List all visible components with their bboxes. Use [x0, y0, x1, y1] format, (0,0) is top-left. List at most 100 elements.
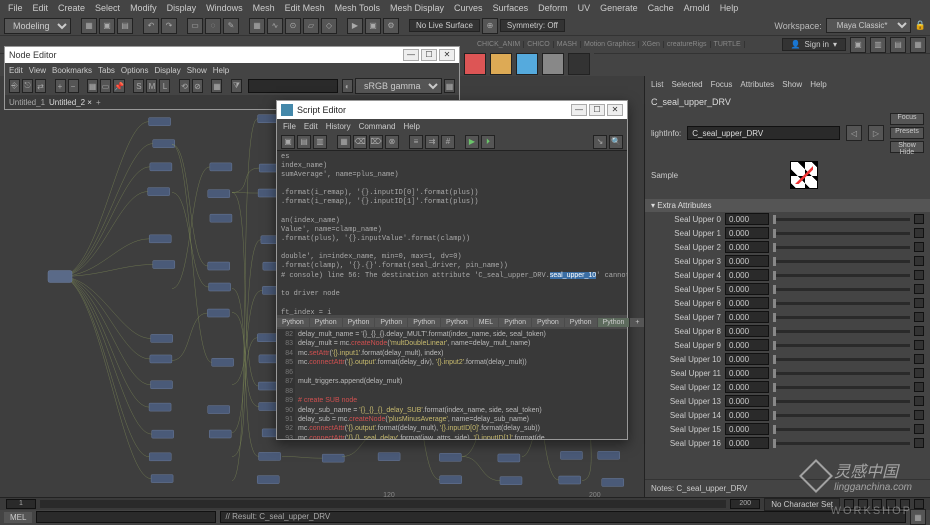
menu-mesh-display[interactable]: Mesh Display: [386, 3, 448, 13]
attr-value-input[interactable]: [725, 241, 769, 253]
ne-tab[interactable]: Untitled_1: [9, 98, 45, 107]
attr-slider[interactable]: [773, 372, 910, 375]
attr-connection-icon[interactable]: [914, 396, 924, 406]
shelf-button[interactable]: [542, 53, 564, 75]
menu-help[interactable]: Help: [716, 3, 743, 13]
shelf-tab[interactable]: XGen: [639, 41, 664, 48]
menu-display[interactable]: Display: [163, 3, 201, 13]
script-tab[interactable]: Python: [343, 318, 375, 327]
snap-plane-icon[interactable]: ▱: [303, 18, 319, 34]
attr-connection-icon[interactable]: [914, 424, 924, 434]
ne-grid-icon[interactable]: ▦: [211, 79, 222, 93]
script-tab[interactable]: Python: [310, 318, 342, 327]
panel-icon-4[interactable]: ▦: [910, 37, 926, 53]
attr-slider[interactable]: [773, 414, 910, 417]
se-menu-item[interactable]: Edit: [304, 122, 318, 131]
attr-value-input[interactable]: [725, 283, 769, 295]
attr-slider[interactable]: [773, 442, 910, 445]
save-to-shelf-icon[interactable]: ▦: [337, 135, 351, 149]
attr-value-input[interactable]: [725, 325, 769, 337]
magnet-icon[interactable]: ⊕: [482, 18, 498, 34]
menu-modify[interactable]: Modify: [126, 3, 161, 13]
script-tab[interactable]: Python: [375, 318, 407, 327]
time-track[interactable]: 120 200: [40, 500, 726, 508]
snap-live-icon[interactable]: ◇: [321, 18, 337, 34]
symmetry-status[interactable]: Symmetry: Off: [500, 19, 565, 32]
ne-input-icon[interactable]: ⎆: [9, 79, 20, 93]
attr-value-input[interactable]: [725, 311, 769, 323]
attr-slider[interactable]: [773, 288, 910, 291]
ae-menu-item[interactable]: Focus: [711, 80, 733, 89]
attr-value-input[interactable]: [725, 227, 769, 239]
menu-edit-mesh[interactable]: Edit Mesh: [281, 3, 329, 13]
paint-tool-icon[interactable]: ✎: [223, 18, 239, 34]
ne-filter-icon[interactable]: ⧩: [231, 79, 242, 93]
echo-all-icon[interactable]: ⇉: [425, 135, 439, 149]
ae-menu-item[interactable]: Selected: [671, 80, 702, 89]
ne-menu-item[interactable]: Edit: [9, 66, 23, 75]
menu-uv[interactable]: UV: [574, 3, 595, 13]
fast-fwd-button[interactable]: [914, 499, 924, 509]
lasso-tool-icon[interactable]: ◌: [205, 18, 221, 34]
menu-surfaces[interactable]: Surfaces: [489, 3, 533, 13]
shelf-tab[interactable]: TURTLE: [711, 41, 745, 48]
attr-connection-icon[interactable]: [914, 284, 924, 294]
open-script-icon[interactable]: ▣: [281, 135, 295, 149]
script-add-tab-button[interactable]: +: [630, 318, 644, 327]
open-scene-icon[interactable]: ▣: [99, 18, 115, 34]
menu-create[interactable]: Create: [54, 3, 89, 13]
attr-connection-icon[interactable]: [914, 228, 924, 238]
ne-menu-item[interactable]: Display: [155, 66, 181, 75]
ne-search-input[interactable]: [248, 79, 338, 93]
maximize-button[interactable]: ☐: [421, 49, 437, 61]
attr-value-input[interactable]: [725, 437, 769, 449]
attr-connection-icon[interactable]: [914, 368, 924, 378]
attr-connection-icon[interactable]: [914, 382, 924, 392]
attr-value-input[interactable]: [725, 367, 769, 379]
ne-s-icon[interactable]: S: [133, 79, 144, 93]
panel-icon-2[interactable]: ▥: [870, 37, 886, 53]
attr-value-input[interactable]: [725, 297, 769, 309]
shelf-tab[interactable]: creatureRigs: [664, 41, 711, 48]
ne-m-icon[interactable]: M: [146, 79, 157, 93]
cmd-input[interactable]: [36, 511, 216, 523]
nav-fwd-icon[interactable]: ▷: [868, 125, 884, 141]
script-input-area[interactable]: 82 83 84 85 86 87 88 89 90 91 92 93 dela…: [277, 329, 627, 439]
ne-cm-icon[interactable]: ◐: [342, 79, 353, 93]
node-editor-titlebar[interactable]: Node Editor — ☐ ✕: [5, 47, 459, 63]
save-script-icon[interactable]: ▤: [297, 135, 311, 149]
execute-icon[interactable]: ▶: [465, 135, 479, 149]
snap-curve-icon[interactable]: ∿: [267, 18, 283, 34]
select-tool-icon[interactable]: ▭: [187, 18, 203, 34]
attr-slider[interactable]: [773, 358, 910, 361]
script-tab[interactable]: Python: [277, 318, 309, 327]
menu-windows[interactable]: Windows: [202, 3, 247, 13]
attr-value-input[interactable]: [725, 339, 769, 351]
attr-connection-icon[interactable]: [914, 256, 924, 266]
range-start-input[interactable]: 1: [6, 499, 36, 509]
ne-output-icon[interactable]: ⎋: [22, 79, 33, 93]
attr-node-tab[interactable]: C_seal_upper_DRV: [645, 93, 930, 111]
ne-sync-off-icon[interactable]: ⊘: [192, 79, 203, 93]
attr-slider[interactable]: [773, 316, 910, 319]
ne-l-icon[interactable]: L: [159, 79, 170, 93]
ne-menu-item[interactable]: Help: [213, 66, 229, 75]
close-button[interactable]: ✕: [439, 49, 455, 61]
line-numbers-icon[interactable]: #: [441, 135, 455, 149]
time-slider[interactable]: 1 120 200 200 No Character Set: [0, 498, 930, 510]
search-icon[interactable]: 🔍: [609, 135, 623, 149]
range-end-input[interactable]: 200: [730, 499, 760, 509]
script-tab[interactable]: Python: [499, 318, 531, 327]
menu-generate[interactable]: Generate: [596, 3, 642, 13]
show-hide-button[interactable]: Show Hide: [890, 141, 924, 153]
character-set-select[interactable]: No Character Set: [764, 498, 840, 511]
menu-select[interactable]: Select: [91, 3, 124, 13]
ne-menu-item[interactable]: View: [29, 66, 46, 75]
render-settings-icon[interactable]: ⚙: [383, 18, 399, 34]
attr-value-input[interactable]: [725, 269, 769, 281]
se-menu-item[interactable]: Command: [359, 122, 396, 131]
shelf-tab[interactable]: MASH: [554, 41, 581, 48]
attr-value-input[interactable]: [725, 381, 769, 393]
lock-icon[interactable]: 🔒: [915, 20, 926, 31]
script-tab[interactable]: MEL: [474, 318, 498, 327]
